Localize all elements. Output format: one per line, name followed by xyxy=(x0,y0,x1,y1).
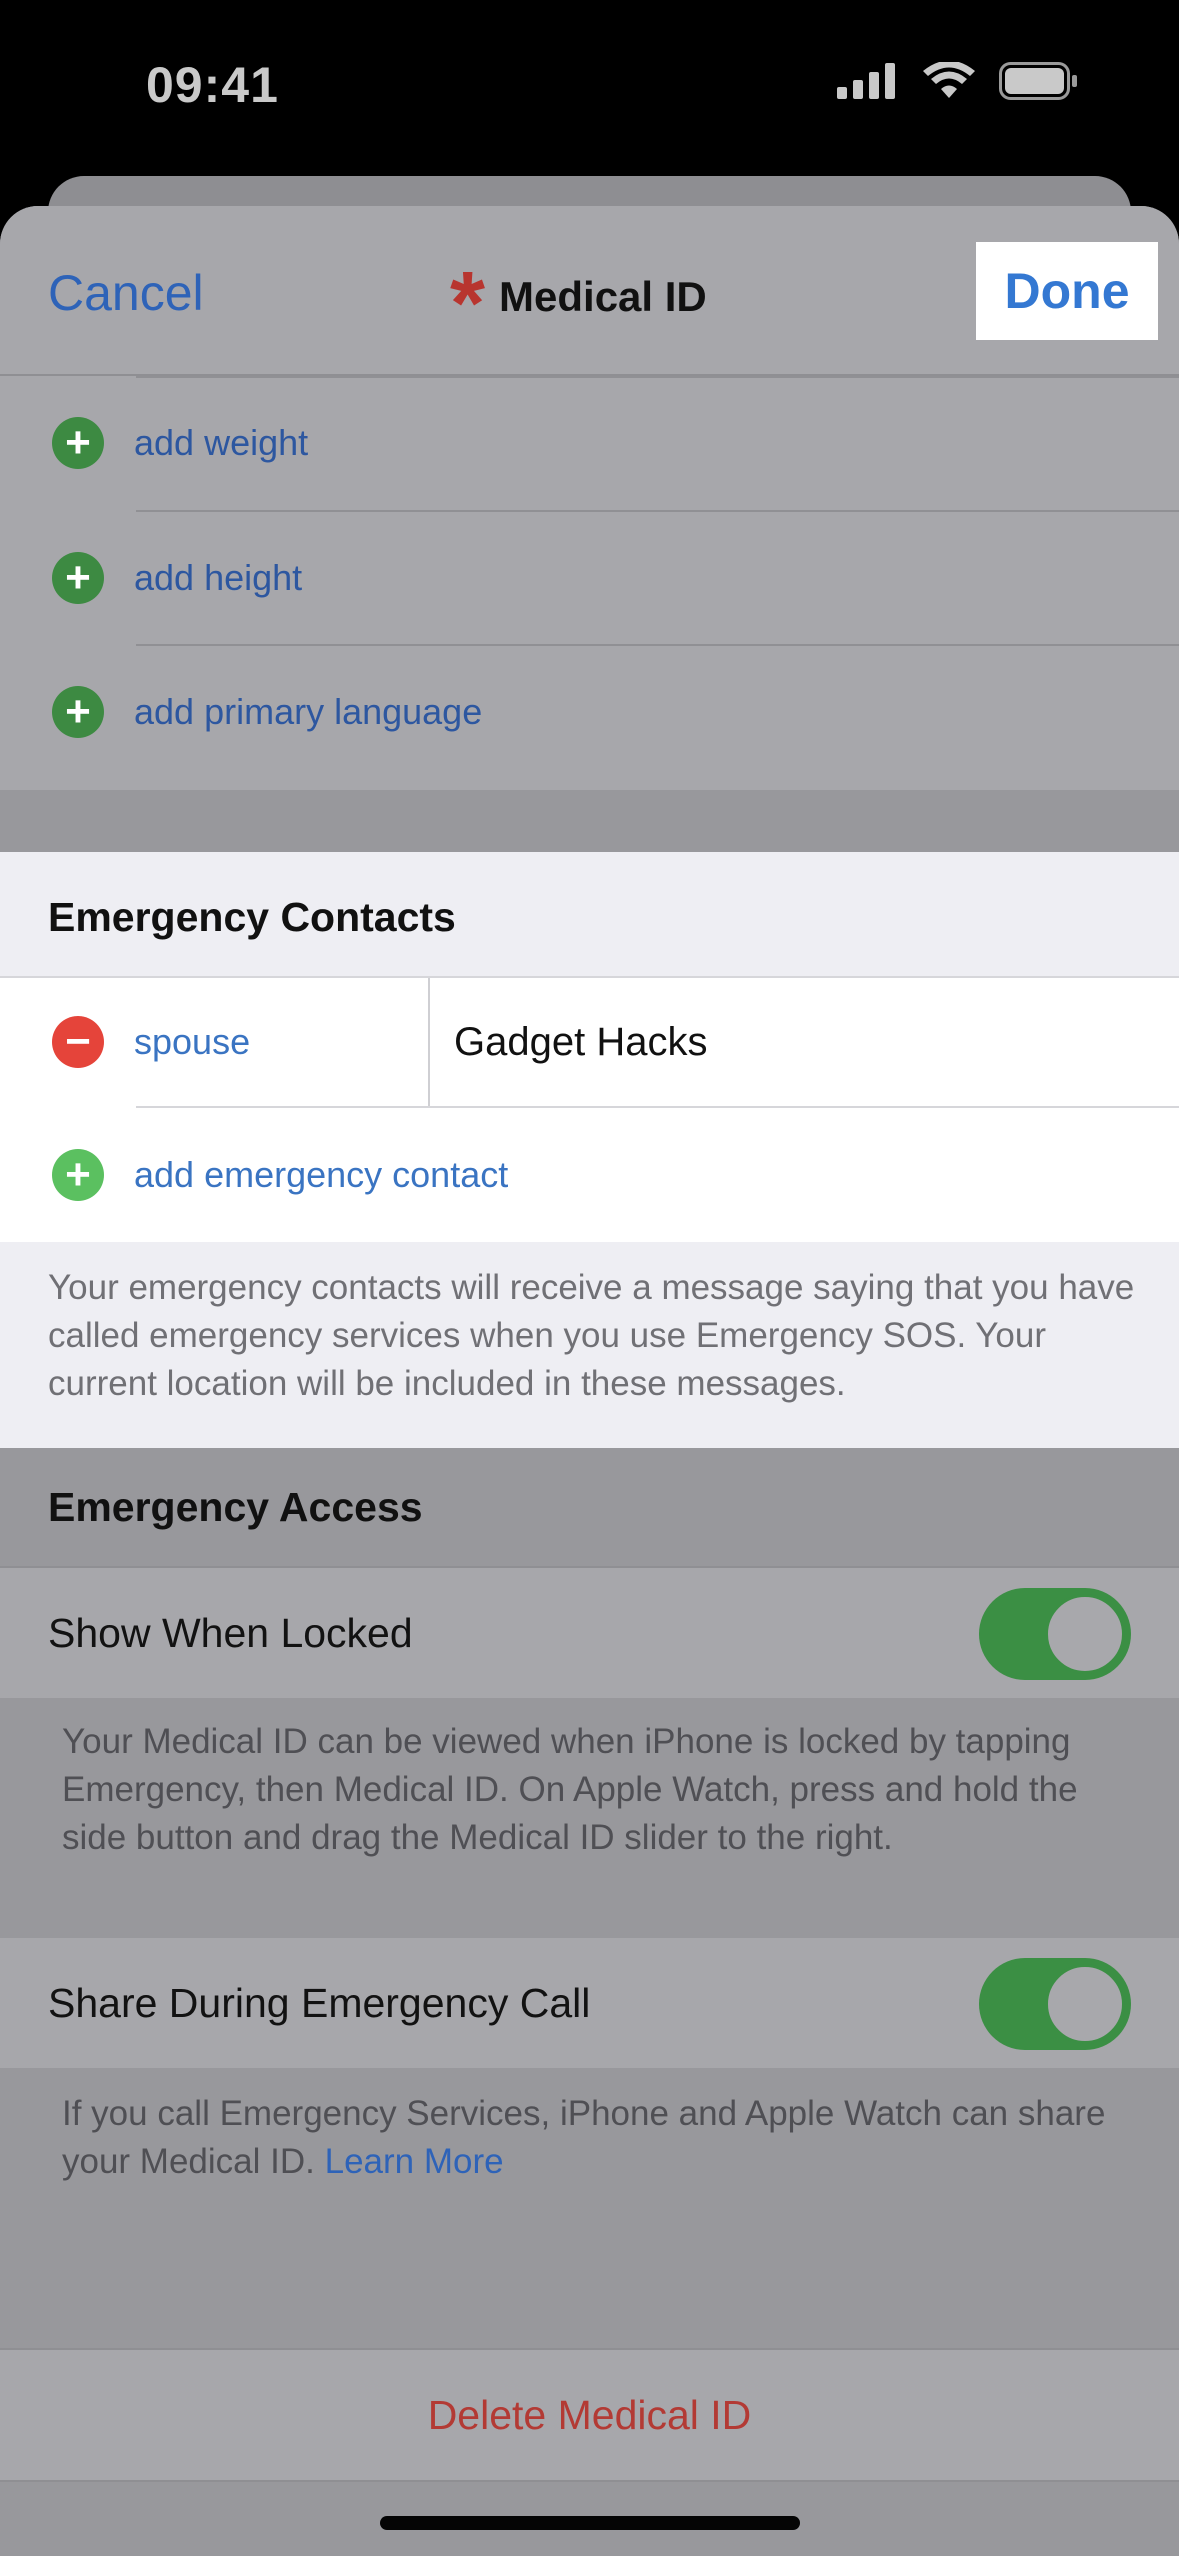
done-button[interactable]: Done xyxy=(976,242,1158,340)
contact-name[interactable]: Gadget Hacks xyxy=(454,1020,707,1065)
add-height-label: add height xyxy=(134,557,303,598)
share-footer-text: If you call Emergency Services, iPhone a… xyxy=(62,2094,1106,2181)
emergency-contacts-group: − spouse Gadget Hacks + add emergency co… xyxy=(0,976,1179,1244)
share-during-call-row: Share During Emergency Call xyxy=(0,1938,1179,2068)
done-label: Done xyxy=(1004,263,1130,319)
show-when-locked-row: Show When Locked xyxy=(0,1566,1179,1698)
remove-icon[interactable]: − xyxy=(52,1016,104,1068)
emergency-contacts-header: Emergency Contacts xyxy=(48,894,456,940)
medical-star-icon: * xyxy=(450,254,486,354)
show-when-locked-label: Show When Locked xyxy=(48,1610,413,1656)
page-title-text: Medical ID xyxy=(499,273,707,320)
share-footer: If you call Emergency Services, iPhone a… xyxy=(62,2090,1122,2186)
emergency-access-header: Emergency Access xyxy=(48,1484,423,1530)
learn-more-link[interactable]: Learn More xyxy=(325,2142,504,2181)
share-during-call-label: Share During Emergency Call xyxy=(48,1980,591,2026)
show-when-locked-footer: Your Medical ID can be viewed when iPhon… xyxy=(62,1722,1078,1857)
toggle-knob xyxy=(1045,1964,1125,2044)
page-title: * Medical ID xyxy=(450,254,707,354)
share-during-call-toggle[interactable] xyxy=(979,1958,1131,2050)
add-icon: + xyxy=(52,1149,104,1201)
add-emergency-contact-row[interactable]: + add emergency contact xyxy=(0,1108,1179,1242)
add-weight-label: add weight xyxy=(134,422,309,463)
add-primary-language-label: add primary language xyxy=(134,691,483,732)
contact-row[interactable]: − spouse Gadget Hacks xyxy=(0,978,1179,1106)
cellular-signal-icon xyxy=(837,63,895,99)
status-icons xyxy=(837,62,1079,100)
delete-medical-id-button[interactable]: Delete Medical ID xyxy=(0,2392,1179,2439)
relationship-label[interactable]: spouse xyxy=(134,1021,250,1063)
health-details-group: + add weight + add height + add primary … xyxy=(0,376,1179,790)
add-icon: + xyxy=(52,686,104,738)
emergency-contacts-footer: Your emergency contacts will receive a m… xyxy=(48,1268,1135,1403)
show-when-locked-toggle[interactable] xyxy=(979,1588,1131,1680)
battery-icon xyxy=(999,62,1077,100)
wifi-icon xyxy=(923,62,975,98)
add-icon: + xyxy=(52,552,104,604)
add-icon: + xyxy=(52,417,104,469)
column-divider xyxy=(428,978,430,1106)
add-height-row[interactable]: + add height xyxy=(0,512,1179,644)
add-weight-row[interactable]: + add weight xyxy=(0,376,1179,510)
add-emergency-contact-label: add emergency contact xyxy=(134,1154,509,1195)
add-primary-language-row[interactable]: + add primary language xyxy=(0,646,1179,778)
toggle-knob xyxy=(1045,1594,1125,1674)
status-time: 09:41 xyxy=(146,57,279,113)
section-gap xyxy=(0,790,1179,852)
navigation-bar: Cancel * Medical ID Done xyxy=(0,206,1179,376)
home-indicator[interactable] xyxy=(380,2516,800,2530)
cancel-button[interactable]: Cancel xyxy=(48,264,204,322)
